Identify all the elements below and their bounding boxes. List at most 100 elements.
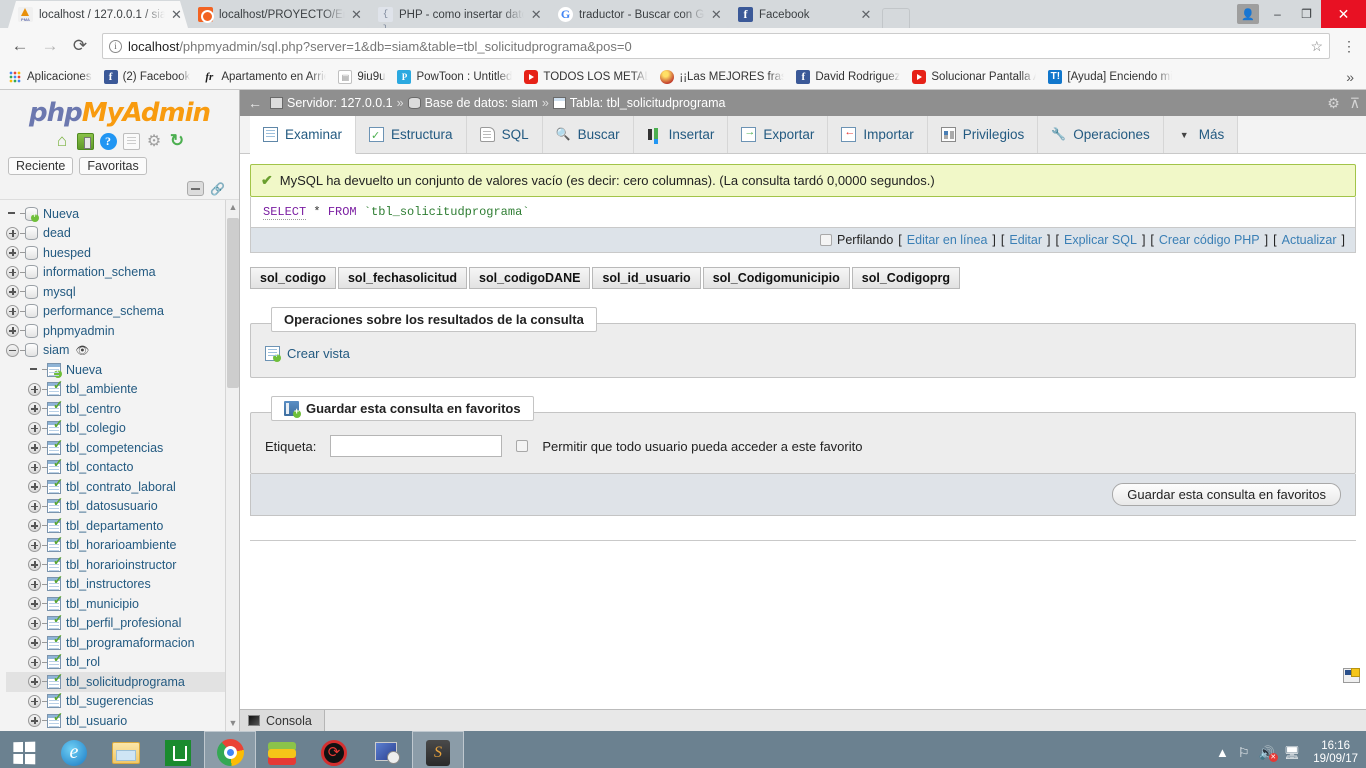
- expand-icon[interactable]: [28, 577, 41, 591]
- tree-table-tbl_perfil_profesional[interactable]: ✓ tbl_perfil_profesional: [6, 613, 239, 634]
- tree-db-mysql[interactable]: mysql: [6, 282, 239, 302]
- collapse-all-icon[interactable]: [187, 181, 205, 196]
- tab-insertar[interactable]: Insertar: [633, 116, 729, 153]
- tree-table-tbl_instructores[interactable]: ✓ tbl_instructores: [6, 574, 239, 595]
- expand-icon[interactable]: [28, 382, 41, 396]
- chrome-menu-icon[interactable]: ⋮: [1338, 38, 1360, 55]
- tab-importar[interactable]: Importar: [828, 116, 928, 153]
- visibility-eye-icon[interactable]: 👁: [75, 344, 89, 357]
- expand-icon[interactable]: [28, 636, 41, 650]
- column-header[interactable]: sol_Codigomunicipio: [702, 267, 850, 289]
- tree-table-tbl_departamento[interactable]: ✓ tbl_departamento: [6, 516, 239, 536]
- taskbar-item-sublime-text[interactable]: [412, 731, 464, 768]
- tree-db-Nueva[interactable]: Nueva: [6, 360, 239, 380]
- bookmark-shared-checkbox[interactable]: [516, 440, 529, 452]
- expand-icon[interactable]: [28, 421, 41, 435]
- scroll-up-icon[interactable]: ▲: [226, 200, 239, 215]
- expand-icon[interactable]: [28, 597, 41, 611]
- breadcrumb-database[interactable]: Base de datos: siam: [407, 96, 538, 110]
- link-editar[interactable]: Editar: [1009, 233, 1042, 247]
- tab-exportar[interactable]: Exportar: [728, 116, 829, 153]
- bookmark-ayuda[interactable]: T! [Ayuda] Enciendo mi: [1048, 69, 1172, 84]
- column-header[interactable]: sol_codigo: [250, 267, 336, 289]
- bookmark-9iu9u[interactable]: ▤ 9iu9u: [338, 69, 385, 84]
- reload-icon[interactable]: [169, 133, 186, 150]
- link-icon[interactable]: 🔗: [210, 182, 225, 196]
- bookmark-frases[interactable]: ¡¡Las MEJORES frases: [660, 69, 784, 84]
- expand-icon[interactable]: [6, 265, 19, 279]
- tab-mas[interactable]: Más: [1163, 116, 1239, 153]
- tab-sql[interactable]: SQL: [466, 116, 543, 153]
- sql-query-text[interactable]: SELECT * FROM `tbl_solicitudprograma`: [251, 197, 1355, 227]
- minimize-button[interactable]: –: [1263, 0, 1292, 28]
- taskbar-item-red-app[interactable]: [308, 731, 360, 768]
- create-view-link[interactable]: Crear vista: [265, 346, 1341, 362]
- tree-db-huesped[interactable]: huesped: [6, 243, 239, 263]
- collapse-icon[interactable]: [6, 343, 19, 357]
- bookmark-metal[interactable]: TODOS LOS METAL S: [524, 69, 648, 84]
- tab-estructura[interactable]: Estructura: [356, 116, 467, 153]
- console-tab[interactable]: Consola: [240, 710, 325, 731]
- browser-tab-0[interactable]: localhost / 127.0.0.1 / siam ✕: [8, 1, 188, 28]
- bookmark-label-input[interactable]: [330, 435, 503, 457]
- tree-scrollbar[interactable]: ▲ ▼: [225, 200, 239, 731]
- site-info-icon[interactable]: i: [109, 39, 122, 53]
- expand-icon[interactable]: [28, 499, 41, 513]
- tab-buscar[interactable]: Buscar: [542, 116, 634, 153]
- taskbar-clock[interactable]: 16:16 19/09/17: [1309, 740, 1358, 766]
- save-bookmark-button[interactable]: Guardar esta consulta en favoritos: [1112, 483, 1341, 506]
- tab-examinar[interactable]: Examinar: [250, 116, 357, 154]
- volume-muted-icon[interactable]: 🔊 ✕: [1259, 745, 1278, 762]
- tree-table-tbl_contrato_laboral[interactable]: ✓ tbl_contrato_laboral: [6, 477, 239, 497]
- expand-icon[interactable]: [28, 480, 41, 494]
- expand-icon[interactable]: [28, 714, 41, 728]
- tab-privilegios[interactable]: Privilegios: [927, 116, 1039, 153]
- browser-tab-1[interactable]: localhost/PROYECTO/Env ✕: [188, 1, 368, 28]
- breadcrumb-table[interactable]: Tabla: tbl_solicitudprograma: [552, 96, 725, 110]
- expand-icon[interactable]: [28, 441, 41, 455]
- expand-icon[interactable]: [6, 285, 19, 299]
- expand-icon[interactable]: [28, 558, 41, 572]
- expand-icon[interactable]: [6, 304, 19, 318]
- logout-icon[interactable]: [76, 133, 94, 150]
- tree-db-phpmyadmin[interactable]: phpmyadmin: [6, 321, 239, 341]
- profiling-checkbox[interactable]: [820, 234, 832, 246]
- expand-icon[interactable]: [28, 694, 41, 708]
- docs-icon[interactable]: [122, 133, 140, 150]
- tree-db-Nueva[interactable]: Nueva: [6, 204, 239, 224]
- tree-db-information_schema[interactable]: information_schema: [6, 263, 239, 283]
- tree-db-siam[interactable]: siam 👁: [6, 341, 239, 361]
- taskbar-item-file-explorer[interactable]: [100, 731, 152, 768]
- expand-icon[interactable]: [28, 519, 41, 533]
- expand-icon[interactable]: [28, 675, 41, 689]
- taskbar-item-bluestacks[interactable]: [256, 731, 308, 768]
- tree-table-tbl_usuario[interactable]: ✓ tbl_usuario: [6, 711, 239, 731]
- tab-close-icon[interactable]: ✕: [711, 7, 722, 23]
- link-crear-codigo-php[interactable]: Crear código PHP: [1159, 233, 1260, 247]
- expand-icon[interactable]: [6, 226, 19, 240]
- bookmarks-overflow-icon[interactable]: »: [1346, 69, 1358, 85]
- profile-icon[interactable]: 👤: [1237, 4, 1259, 24]
- bookmark-aplicaciones[interactable]: Aplicaciones: [8, 70, 92, 84]
- tab-operaciones[interactable]: Operaciones: [1038, 116, 1164, 153]
- expand-icon[interactable]: [28, 538, 41, 552]
- taskbar-item-vnc-viewer[interactable]: [360, 731, 412, 768]
- tree-table-tbl_ambiente[interactable]: ✓ tbl_ambiente: [6, 379, 239, 400]
- bookmark-david-rodriguez[interactable]: f David Rodriguez: [796, 69, 900, 84]
- display-icon[interactable]: 🖥: [1284, 745, 1301, 761]
- breadcrumb-server[interactable]: Servidor: 127.0.0.1: [270, 96, 393, 110]
- expand-icon[interactable]: [6, 246, 19, 260]
- browser-tab-4[interactable]: f Facebook ✕: [728, 1, 878, 28]
- tree-table-tbl_horarioambiente[interactable]: ✓ tbl_horarioambiente: [6, 535, 239, 556]
- tab-close-icon[interactable]: ✕: [351, 7, 362, 23]
- link-explicar-sql[interactable]: Explicar SQL: [1064, 233, 1137, 247]
- tab-reciente[interactable]: Reciente: [8, 157, 74, 175]
- link-actualizar[interactable]: Actualizar: [1282, 233, 1337, 247]
- settings-icon[interactable]: [146, 133, 163, 150]
- tree-table-tbl_colegio[interactable]: ✓ tbl_colegio: [6, 418, 239, 439]
- console-bar[interactable]: Consola: [240, 709, 1366, 731]
- address-bar[interactable]: i localhost/phpmyadmin/sql.php?server=1&…: [102, 33, 1330, 59]
- new-tab-button[interactable]: [882, 8, 910, 28]
- tree-table-tbl_municipio[interactable]: ✓ tbl_municipio: [6, 594, 239, 614]
- expand-icon[interactable]: [28, 655, 41, 669]
